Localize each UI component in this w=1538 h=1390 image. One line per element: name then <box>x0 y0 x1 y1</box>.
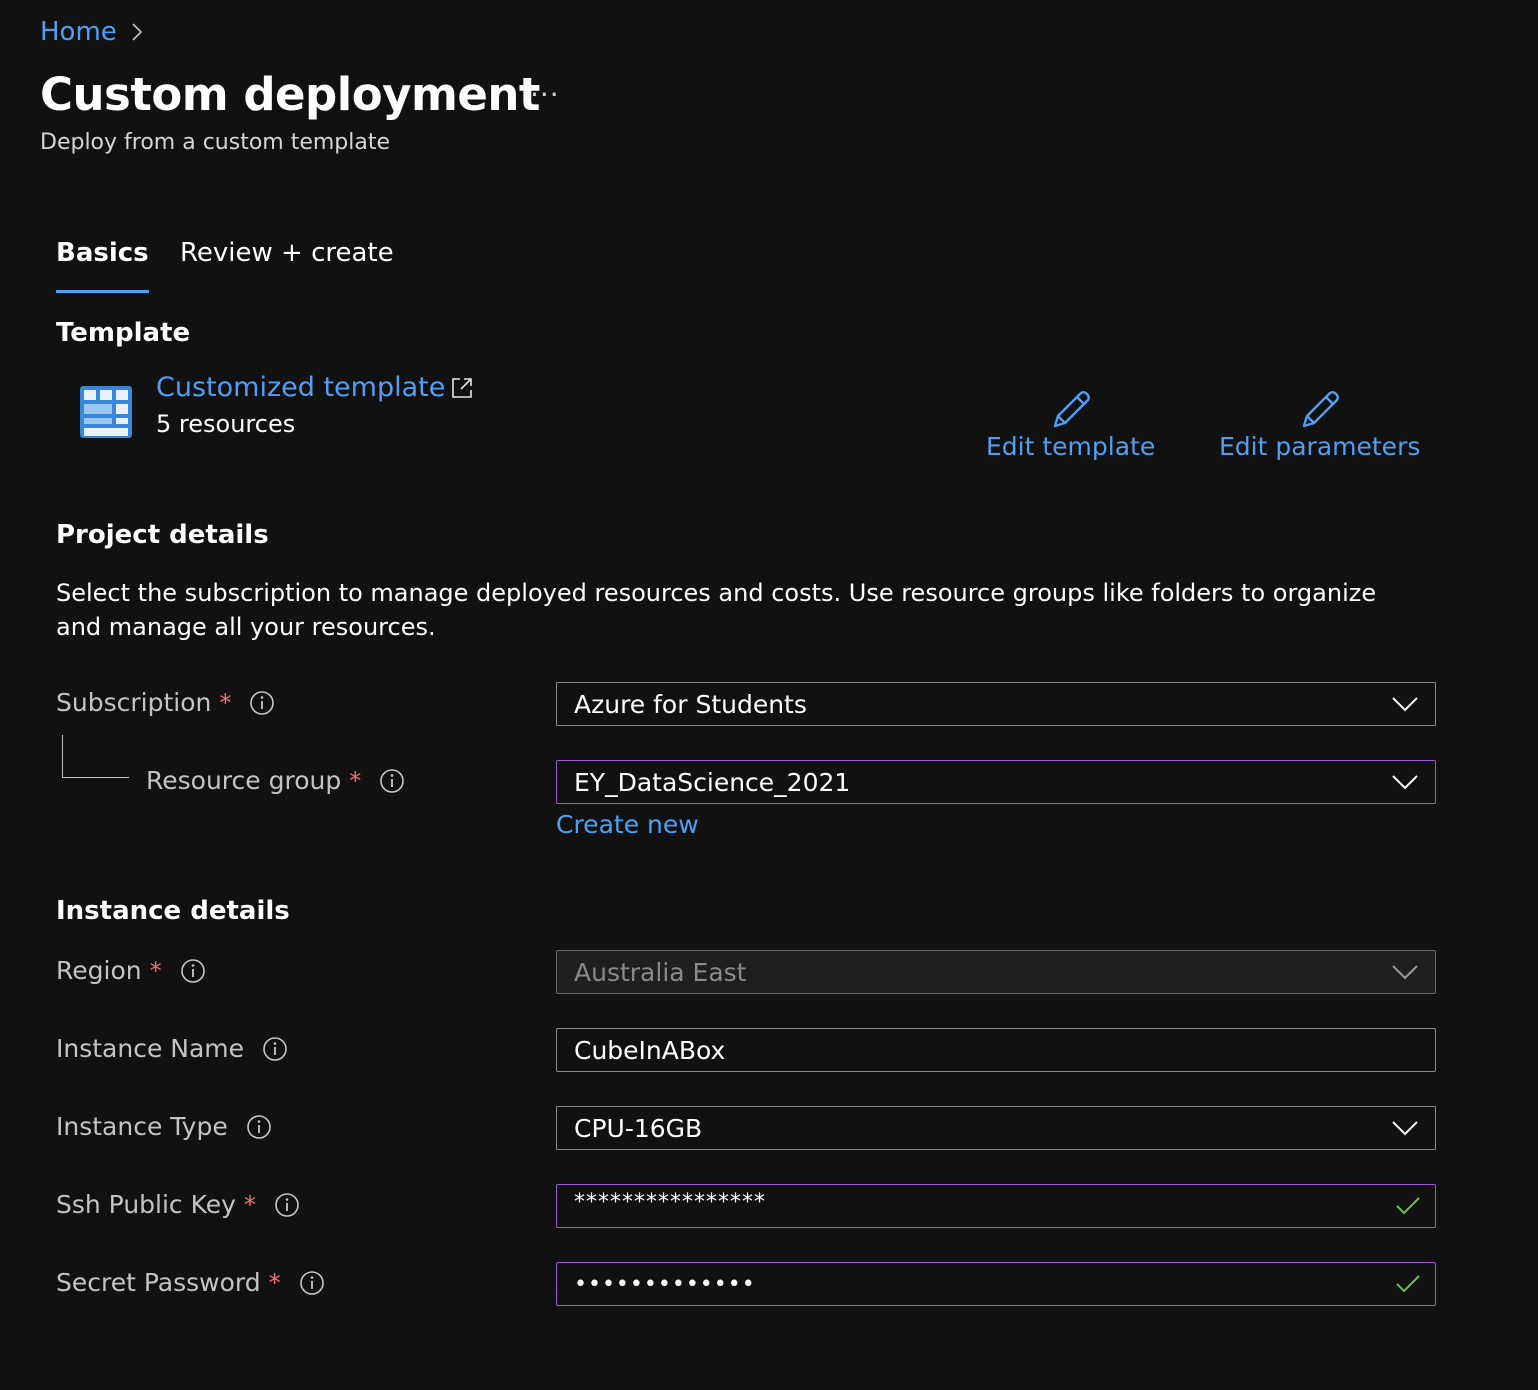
template-icon <box>80 386 132 438</box>
region-value: Australia East <box>574 957 747 987</box>
info-icon[interactable] <box>246 1114 272 1140</box>
resource-group-label: Resource group * <box>146 766 405 795</box>
breadcrumb: Home <box>40 14 143 50</box>
chevron-down-icon <box>1392 965 1418 980</box>
pencil-icon <box>1302 391 1339 428</box>
checkmark-icon <box>1396 1197 1420 1215</box>
more-options-button[interactable]: ··· <box>530 78 560 111</box>
customized-template-label: Customized template <box>156 372 446 403</box>
resource-group-label-text: Resource group <box>146 766 342 795</box>
customized-template-link[interactable]: Customized template <box>156 372 473 403</box>
instance-type-value: CPU-16GB <box>574 1113 703 1143</box>
chevron-down-icon <box>1392 1121 1418 1136</box>
page-title: Custom deployment <box>40 68 540 121</box>
instance-name-label: Instance Name <box>56 1034 288 1063</box>
edit-template-button[interactable]: Edit template <box>986 388 1155 461</box>
ssh-public-key-label-text: Ssh Public Key <box>56 1190 236 1219</box>
pencil-icon <box>1053 391 1090 428</box>
ssh-public-key-value: **************** <box>574 1189 766 1215</box>
chevron-right-icon <box>132 23 143 41</box>
resource-group-value: EY_DataScience_2021 <box>574 767 851 797</box>
chevron-down-icon <box>1392 775 1418 790</box>
required-marker: * <box>243 1190 256 1219</box>
subscription-dropdown[interactable]: Azure for Students <box>556 682 1436 726</box>
secret-password-input[interactable]: ••••••••••••• <box>556 1262 1436 1306</box>
template-resources-count: 5 resources <box>156 410 296 438</box>
edit-parameters-button[interactable]: Edit parameters <box>1219 388 1420 461</box>
instance-type-dropdown[interactable]: CPU-16GB <box>556 1106 1436 1150</box>
region-label: Region * <box>56 956 206 985</box>
chevron-down-icon <box>1392 697 1418 712</box>
template-heading: Template <box>56 318 191 348</box>
tab-review-create[interactable]: Review + create <box>180 238 394 290</box>
instance-name-label-text: Instance Name <box>56 1034 245 1063</box>
subscription-value: Azure for Students <box>574 689 807 719</box>
required-marker: * <box>268 1268 281 1297</box>
secret-password-value: ••••••••••••• <box>574 1271 756 1297</box>
info-icon[interactable] <box>180 958 206 984</box>
instance-name-input[interactable]: CubeInABox <box>556 1028 1436 1072</box>
subscription-label: Subscription * <box>56 688 275 717</box>
resource-group-dropdown[interactable]: EY_DataScience_2021 <box>556 760 1436 804</box>
region-dropdown: Australia East <box>556 950 1436 994</box>
required-marker: * <box>149 956 162 985</box>
edit-template-label: Edit template <box>986 432 1156 461</box>
edit-parameters-label: Edit parameters <box>1219 432 1421 461</box>
tab-basics[interactable]: Basics <box>56 238 149 293</box>
info-icon[interactable] <box>262 1036 288 1062</box>
secret-password-label-text: Secret Password <box>56 1268 261 1297</box>
subscription-label-text: Subscription <box>56 688 212 717</box>
instance-details-heading: Instance details <box>56 896 290 926</box>
create-new-link[interactable]: Create new <box>556 810 699 839</box>
required-marker: * <box>219 688 232 717</box>
secret-password-label: Secret Password * <box>56 1268 325 1297</box>
info-icon[interactable] <box>249 690 275 716</box>
region-label-text: Region <box>56 956 142 985</box>
instance-type-label: Instance Type <box>56 1112 272 1141</box>
ssh-public-key-input[interactable]: **************** <box>556 1184 1436 1228</box>
project-details-heading: Project details <box>56 520 269 550</box>
info-icon[interactable] <box>299 1270 325 1296</box>
breadcrumb-home-link[interactable]: Home <box>40 17 117 47</box>
external-link-icon <box>452 377 473 398</box>
checkmark-icon <box>1396 1275 1420 1293</box>
info-icon[interactable] <box>379 768 405 794</box>
project-details-description: Select the subscription to manage deploy… <box>56 579 1377 641</box>
info-icon[interactable] <box>274 1192 300 1218</box>
instance-type-label-text: Instance Type <box>56 1112 228 1141</box>
hierarchy-connector <box>62 735 129 778</box>
ssh-public-key-label: Ssh Public Key * <box>56 1190 300 1219</box>
required-marker: * <box>349 766 362 795</box>
page-subtitle: Deploy from a custom template <box>40 130 391 155</box>
instance-name-value: CubeInABox <box>574 1035 726 1065</box>
